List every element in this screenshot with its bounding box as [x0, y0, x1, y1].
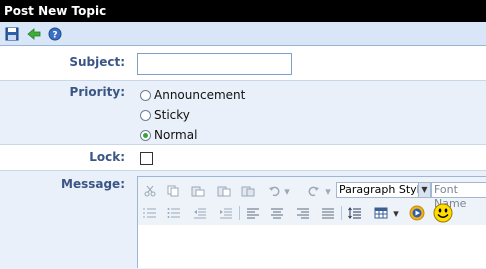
back-arrow-icon[interactable] — [26, 26, 42, 42]
priority-row: Priority: Announcement Sticky Normal — [0, 80, 486, 145]
radio-circle[interactable] — [140, 89, 151, 101]
undo-icon[interactable] — [266, 183, 282, 199]
priority-option-announcement[interactable]: Announcement — [140, 88, 245, 102]
priority-option-label: Announcement — [154, 88, 246, 102]
font-name-select[interactable]: Font Name — [431, 182, 486, 210]
post-topic-form: Subject: Priority: Announcement Sticky N… — [0, 46, 486, 269]
outdent-icon[interactable] — [192, 205, 208, 221]
indent-icon[interactable] — [218, 205, 234, 221]
message-label: Message: — [61, 177, 125, 191]
table-icon[interactable] — [373, 205, 389, 221]
paragraph-style-value: Paragraph Style — [339, 183, 427, 196]
ordered-list-icon[interactable] — [142, 205, 158, 221]
main-toolbar: ? — [0, 22, 486, 46]
paragraph-style-select[interactable]: Paragraph Style ▼ — [336, 182, 431, 198]
align-center-icon[interactable] — [269, 205, 285, 221]
subject-label: Subject: — [69, 55, 125, 69]
lock-checkbox[interactable] — [140, 152, 153, 165]
copy-icon[interactable] — [165, 183, 181, 199]
unordered-list-icon[interactable] — [166, 205, 182, 221]
media-icon[interactable] — [409, 205, 425, 221]
editor-toolbar: ▾ ▾ Paragraph Style ▼ Font Name ▾ — [138, 177, 486, 225]
lock-label: Lock: — [89, 150, 125, 164]
redo-dropdown-icon[interactable]: ▾ — [323, 183, 333, 199]
paste-icon[interactable] — [190, 183, 206, 199]
align-justify-icon[interactable] — [320, 205, 336, 221]
svg-text:?: ? — [52, 31, 57, 41]
priority-label: Priority: — [69, 85, 125, 99]
toolbar-separator — [341, 206, 342, 220]
paste-word-icon[interactable] — [240, 183, 256, 199]
align-right-icon[interactable] — [295, 205, 311, 221]
priority-option-label: Normal — [154, 128, 198, 142]
cut-icon[interactable] — [142, 183, 158, 199]
lock-row: Lock: — [0, 144, 486, 171]
save-icon[interactable] — [4, 26, 20, 42]
priority-option-sticky[interactable]: Sticky — [140, 108, 190, 122]
priority-option-label: Sticky — [154, 108, 190, 122]
help-icon[interactable]: ? — [47, 26, 63, 42]
message-editor[interactable]: ▾ ▾ Paragraph Style ▼ Font Name ▾ — [137, 176, 486, 268]
chevron-down-icon[interactable]: ▼ — [418, 183, 430, 197]
toolbar-separator — [239, 206, 240, 220]
redo-icon[interactable] — [306, 183, 322, 199]
table-dropdown-icon[interactable]: ▾ — [391, 205, 401, 221]
window-title: Post New Topic — [4, 4, 107, 18]
radio-circle-selected[interactable] — [140, 129, 151, 141]
subject-input[interactable] — [137, 53, 292, 75]
radio-circle[interactable] — [140, 109, 151, 121]
emoticon-icon[interactable] — [433, 203, 453, 223]
line-spacing-icon[interactable] — [347, 205, 363, 221]
window-title-bar: Post New Topic — [0, 0, 486, 22]
priority-option-normal[interactable]: Normal — [140, 128, 197, 142]
paste-text-icon[interactable] — [216, 183, 232, 199]
undo-dropdown-icon[interactable]: ▾ — [282, 183, 292, 199]
align-left-icon[interactable] — [245, 205, 261, 221]
subject-row: Subject: — [0, 46, 486, 80]
